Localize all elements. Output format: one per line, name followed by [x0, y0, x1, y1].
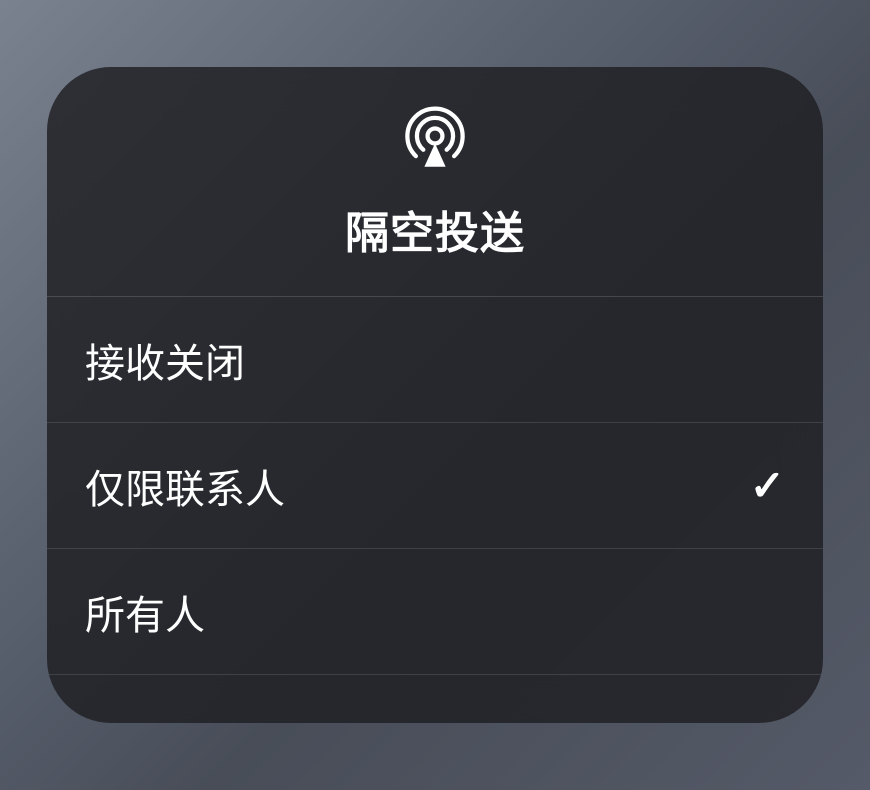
option-label: 仅限联系人	[85, 457, 285, 515]
airdrop-icon	[401, 103, 469, 171]
panel-header: 隔空投送	[47, 67, 823, 297]
option-label: 所有人	[85, 583, 205, 641]
option-label: 接收关闭	[85, 331, 245, 389]
panel-title: 隔空投送	[345, 197, 525, 261]
option-contacts-only[interactable]: 仅限联系人 ✓	[47, 423, 823, 549]
option-everyone[interactable]: 所有人 ✓	[47, 549, 823, 675]
airdrop-settings-panel: 隔空投送 接收关闭 ✓ 仅限联系人 ✓ 所有人 ✓	[47, 67, 823, 723]
checkmark-icon: ✓	[750, 461, 785, 510]
options-list: 接收关闭 ✓ 仅限联系人 ✓ 所有人 ✓	[47, 297, 823, 723]
option-receiving-off[interactable]: 接收关闭 ✓	[47, 297, 823, 423]
